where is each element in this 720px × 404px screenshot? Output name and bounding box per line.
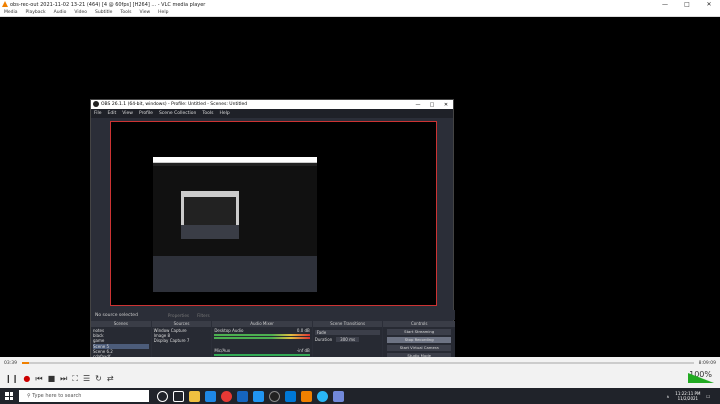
menu-video[interactable]: Video [74, 10, 87, 15]
prev-icon[interactable]: ⏮ [35, 374, 42, 384]
vlc-cone-icon [2, 1, 8, 7]
duration-label: Duration [314, 337, 333, 343]
next-icon[interactable]: ⏭ [60, 374, 67, 384]
menu-media[interactable]: Media [4, 10, 18, 15]
obs-menu-bar: File Edit View Profile Scene Collection … [91, 109, 453, 118]
obs-window-title: OBS 26.1.1 (64-bit, windows) - Profile: … [101, 102, 248, 107]
volume-slider[interactable] [688, 373, 714, 383]
vlc-controls: ❙❙ ● ⏮ ■ ⏭ ⛶ ☰ ↻ ⇄ 100% [0, 369, 720, 388]
taskbar-search-input[interactable]: ⚲ Type here to search [19, 390, 149, 402]
task-view-icon[interactable] [173, 390, 184, 402]
desktop-audio-db: 0.0 dB [296, 328, 310, 333]
obs-menu-view[interactable]: View [122, 111, 133, 116]
minimize-button[interactable]: — [654, 1, 676, 8]
menu-playback[interactable]: Playback [26, 10, 46, 15]
obs-title-bar: OBS 26.1.1 (64-bit, windows) - Profile: … [91, 100, 453, 109]
shuffle-icon[interactable]: ⇄ [107, 374, 114, 383]
notification-icon[interactable]: ☐ [706, 394, 710, 399]
vlc-menu-bar: Media Playback Audio Video Subtitle Tool… [0, 9, 720, 17]
vlc-window-title: obs-rec-out 2021-11-02 13-21 (464) [4 @ … [10, 1, 206, 8]
menu-subtitle[interactable]: Subtitle [95, 10, 112, 15]
no-source-label: No source selected [95, 312, 138, 318]
menu-audio[interactable]: Audio [54, 10, 67, 15]
controls-title: Controls [383, 321, 456, 327]
elapsed-time: 03:39 [4, 360, 17, 366]
obs-menu-file[interactable]: File [94, 111, 102, 116]
edge-icon[interactable] [205, 390, 216, 402]
obs-menu-scene-collection[interactable]: Scene Collection [159, 111, 196, 116]
vlc-title-bar: obs-rec-out 2021-11-02 13-21 (464) [4 @ … [0, 0, 720, 9]
close-button[interactable]: ✕ [698, 1, 720, 8]
source-toolbar: No source selected Properties Filters [91, 310, 455, 320]
chevron-up-icon[interactable]: ∧ [666, 394, 669, 399]
menu-view[interactable]: View [139, 10, 150, 15]
windows-start-icon[interactable] [5, 392, 13, 400]
mic-aux-label: Mic/Aux [214, 348, 231, 354]
fullscreen-icon[interactable]: ⛶ [72, 374, 78, 384]
mic-aux-db: -inf dB [296, 348, 310, 354]
obs-menu-help[interactable]: Help [219, 111, 229, 116]
obs-menu-edit[interactable]: Edit [108, 111, 117, 116]
preview-selection-border [110, 121, 437, 306]
mail-icon[interactable] [237, 390, 248, 402]
transition-select[interactable]: Fade [314, 330, 381, 336]
desktop-audio-label: Desktop Audio [214, 328, 244, 333]
desktop-audio-meter [214, 337, 310, 340]
obs-close-button[interactable]: ✕ [439, 102, 453, 108]
file-explorer-icon[interactable] [189, 390, 200, 402]
record-icon[interactable]: ● [23, 374, 30, 383]
chrome-icon[interactable] [221, 390, 232, 402]
seek-bar-fill [22, 362, 29, 364]
desktop-audio-meter [214, 334, 310, 337]
vlc-taskbar-icon[interactable] [301, 390, 312, 402]
stop-icon[interactable]: ■ [48, 374, 56, 383]
vscode-icon[interactable] [253, 390, 264, 402]
obs-menu-profile[interactable]: Profile [139, 111, 153, 116]
vlc-seek-area: 03:39 8:09:09 [0, 357, 720, 369]
store-icon[interactable] [285, 390, 296, 402]
discord-icon[interactable] [333, 390, 344, 402]
source-item[interactable]: Display Capture 7 [154, 338, 210, 343]
start-virtual-camera-button[interactable]: Start Virtual Camera [387, 345, 452, 351]
stop-recording-button[interactable]: Stop Recording [387, 337, 452, 343]
menu-help[interactable]: Help [158, 10, 168, 15]
maximize-button[interactable]: □ [676, 1, 698, 8]
loop-icon[interactable]: ↻ [95, 374, 102, 383]
clock[interactable]: 11:22:11 PM 11/2/2021 [675, 391, 700, 401]
seek-bar[interactable] [22, 362, 694, 364]
obs-menu-tools[interactable]: Tools [202, 111, 213, 116]
vlc-video-area[interactable]: OBS 26.1.1 (64-bit, windows) - Profile: … [0, 17, 720, 397]
menu-tools[interactable]: Tools [120, 10, 131, 15]
system-tray: ∧ 11:22:11 PM 11/2/2021 ☐ [666, 391, 710, 401]
windows-taskbar: ⚲ Type here to search ∧ 11:22:11 PM 11/2… [0, 388, 720, 404]
filters-button[interactable]: Filters [197, 313, 210, 318]
telegram-icon[interactable] [317, 390, 328, 402]
duration-input[interactable]: 300 ms [336, 337, 360, 343]
cortana-icon[interactable] [157, 390, 168, 402]
total-time: 8:09:09 [698, 360, 716, 366]
clock-date: 11/2/2021 [677, 396, 699, 401]
play-pause-icon[interactable]: ❙❙ [5, 374, 18, 383]
playlist-icon[interactable]: ☰ [83, 374, 90, 383]
start-streaming-button[interactable]: Start Streaming [387, 329, 452, 335]
obs-maximize-button[interactable]: □ [425, 102, 439, 108]
obs-window: OBS 26.1.1 (64-bit, windows) - Profile: … [90, 99, 456, 397]
obs-minimize-button[interactable]: — [411, 102, 425, 108]
properties-button[interactable]: Properties [168, 313, 189, 318]
obs-logo-icon [93, 101, 99, 107]
obs-taskbar-icon[interactable] [269, 390, 280, 402]
